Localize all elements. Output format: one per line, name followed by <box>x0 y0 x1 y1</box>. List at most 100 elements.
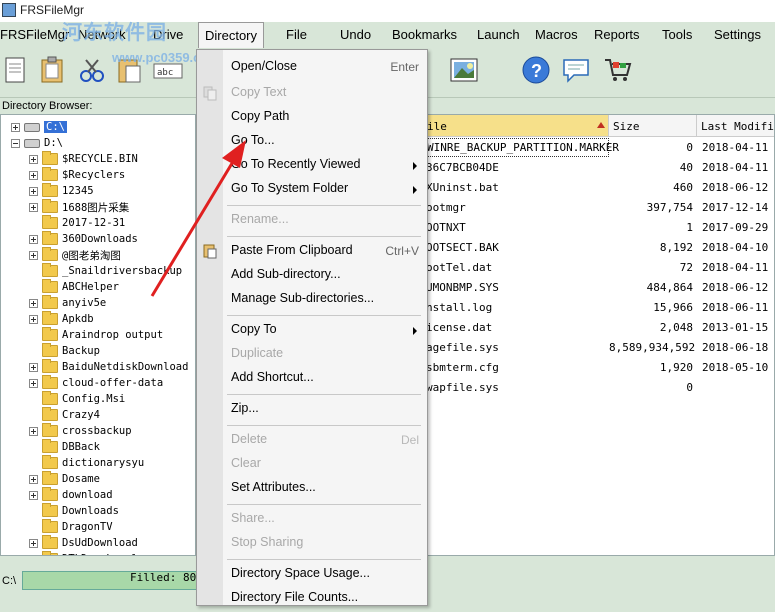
file-date: 2017-12-14 6 <box>702 201 775 214</box>
directory-tree[interactable]: C:\ D:\ $RECYCLE.BIN $Recyclers 12345 1688图片采… <box>0 114 196 556</box>
menu-item-directory-file-counts[interactable]: Directory File Counts... <box>231 590 358 604</box>
feedback-icon[interactable] <box>560 54 592 86</box>
tree-item[interactable]: $RECYCLE.BIN <box>29 151 138 167</box>
tree-item[interactable]: dictionarysyu <box>29 455 144 471</box>
folder-icon <box>42 231 58 245</box>
tree-item[interactable]: Downloads <box>29 503 119 519</box>
menu-item-directory-space-usage[interactable]: Directory Space Usage... <box>231 566 370 580</box>
tree-item[interactable]: C:\ <box>11 119 67 135</box>
menu-item-copy-path[interactable]: Copy Path <box>231 109 289 123</box>
expand-icon[interactable] <box>11 122 20 132</box>
expand-icon[interactable] <box>29 490 38 500</box>
menu-item-go-to-system-folder[interactable]: Go To System Folder <box>231 181 348 195</box>
tree-item[interactable]: @图老弟淘图 <box>29 247 121 263</box>
file-row[interactable]: ootTel.dat 72 2018-04-11 8 <box>423 257 775 277</box>
expand-icon[interactable] <box>29 298 38 308</box>
tree-item[interactable]: D:\ <box>11 135 63 151</box>
menu-settings[interactable]: Settings <box>714 27 761 42</box>
menu-file[interactable]: File <box>286 27 307 42</box>
menu-item-add-sub-directory[interactable]: Add Sub-directory... <box>231 267 341 281</box>
tree-item[interactable]: 12345 <box>29 183 94 199</box>
file-row[interactable]: OOTNXT 1 2017-09-29 21 <box>423 217 774 237</box>
help-icon[interactable]: ? <box>520 54 552 86</box>
file-row[interactable]: sbmterm.cfg 1,920 2018-05-10 13 <box>423 357 774 377</box>
expand-icon[interactable] <box>29 378 38 388</box>
column-header-last-modified[interactable]: Last Modifie <box>697 115 774 137</box>
menu-item-zip[interactable]: Zip... <box>231 401 259 415</box>
expand-icon[interactable] <box>29 362 38 372</box>
menu-bookmarks[interactable]: Bookmarks <box>392 27 457 42</box>
tree-item[interactable]: Araindrop output <box>29 327 163 343</box>
menu-macros[interactable]: Macros <box>535 27 578 42</box>
tree-item[interactable]: BaiduNetdiskDownload <box>29 359 188 375</box>
column-header-file[interactable]: ile <box>423 115 609 137</box>
file-row[interactable]: icense.dat 2,048 2013-01-15 10 <box>423 317 774 337</box>
tree-item[interactable]: 360Downloads <box>29 231 138 247</box>
menu-directory[interactable]: Directory <box>198 22 265 48</box>
menu-reports[interactable]: Reports <box>594 27 640 42</box>
file-date: 2018-05-10 13 <box>702 361 774 374</box>
file-row[interactable]: WINRE_BACKUP_PARTITION.MARKER 0 2018-04-11… <box>423 137 774 157</box>
menu-item-set-attributes[interactable]: Set Attributes... <box>231 480 316 494</box>
file-row[interactable]: XUninst.bat 460 2018-06-12 18 <box>423 177 774 197</box>
menu-item-manage-sub-directories[interactable]: Manage Sub-directories... <box>231 291 374 305</box>
image-viewer-icon[interactable] <box>448 54 480 86</box>
watermark-text: 河东软件园 <box>62 20 167 44</box>
tree-item[interactable]: Config.Msi <box>29 391 125 407</box>
file-row[interactable]: 36C7BCB04DE 40 2018-04-11 11 <box>423 157 774 177</box>
tree-item[interactable]: Crazy4 <box>29 407 100 423</box>
tree-item[interactable]: _Snaildriversbackup <box>29 263 182 279</box>
tree-item[interactable]: DTLD...L...l <box>29 551 138 555</box>
tree-item[interactable]: crossbackup <box>29 423 132 439</box>
file-list[interactable]: ile Size Last Modifie WINRE_BACKUP_PARTI… <box>422 114 775 556</box>
menu-tools[interactable]: Tools <box>662 27 692 42</box>
new-document-icon[interactable] <box>0 54 32 86</box>
file-date: 2018-04-11 8 <box>702 261 775 274</box>
clipboard-icon[interactable] <box>36 54 68 86</box>
expand-icon[interactable] <box>29 234 38 244</box>
tree-item[interactable]: Backup <box>29 343 100 359</box>
cut-icon[interactable] <box>76 54 108 86</box>
menu-item-paste-from-clipboard[interactable]: Paste From Clipboard <box>231 243 353 257</box>
tree-item[interactable]: 1688图片采集 <box>29 199 129 215</box>
menu-undo[interactable]: Undo <box>340 27 371 42</box>
tree-item[interactable]: download <box>29 487 113 503</box>
folder-icon <box>42 503 58 517</box>
file-row[interactable]: nstall.log 15,966 2018-06-11 14 <box>423 297 774 317</box>
tree-item[interactable]: DsUdDownload <box>29 535 138 551</box>
collapse-icon[interactable] <box>11 138 20 148</box>
tree-item[interactable]: Apkdb <box>29 311 94 327</box>
expand-icon[interactable] <box>29 554 38 555</box>
file-row[interactable]: ootmgr 397,754 2017-12-14 6 <box>423 197 775 217</box>
menu-item-go-to-recently-viewed[interactable]: Go To Recently Viewed <box>231 157 360 171</box>
tree-item[interactable]: Dosame <box>29 471 100 487</box>
tree-item[interactable]: DragonTV <box>29 519 113 535</box>
expand-icon[interactable] <box>29 314 38 324</box>
expand-icon[interactable] <box>29 186 38 196</box>
file-row[interactable]: wapfile.sys 0 <box>423 377 774 397</box>
expand-icon[interactable] <box>29 474 38 484</box>
tree-item[interactable]: DBBack <box>29 439 100 455</box>
expand-icon[interactable] <box>29 170 38 180</box>
menu-item-add-shortcut[interactable]: Add Shortcut... <box>231 370 314 384</box>
menu-item-go-to[interactable]: Go To... <box>231 133 275 147</box>
expand-icon[interactable] <box>29 426 38 436</box>
tree-item[interactable]: anyiv5e <box>29 295 106 311</box>
file-row[interactable]: UMONBMP.SYS 484,864 2018-06-12 9 <box>423 277 774 297</box>
expand-icon[interactable] <box>29 202 38 212</box>
expand-icon[interactable] <box>29 154 38 164</box>
menu-launch[interactable]: Launch <box>477 27 520 42</box>
expand-icon[interactable] <box>29 538 38 548</box>
tree-item[interactable]: ABCHelper <box>29 279 119 295</box>
column-header-size[interactable]: Size <box>609 115 697 137</box>
tree-item[interactable]: 2017-12-31 <box>29 215 125 231</box>
shopping-cart-icon[interactable] <box>602 54 634 86</box>
menu-item-copy-to[interactable]: Copy To <box>231 322 277 336</box>
tree-item[interactable]: $Recyclers <box>29 167 125 183</box>
expand-icon[interactable] <box>29 250 38 260</box>
file-row[interactable]: OOTSECT.BAK 8,192 2018-04-10 8 <box>423 237 774 257</box>
menu-frsfilemgr[interactable]: FRSFileMgr <box>0 27 69 42</box>
tree-item[interactable]: cloud-offer-data <box>29 375 163 391</box>
file-row[interactable]: agefile.sys 8,589,934,592 2018-06-18 8 <box>423 337 774 357</box>
menu-item-open-close[interactable]: Open/Close <box>231 59 297 73</box>
